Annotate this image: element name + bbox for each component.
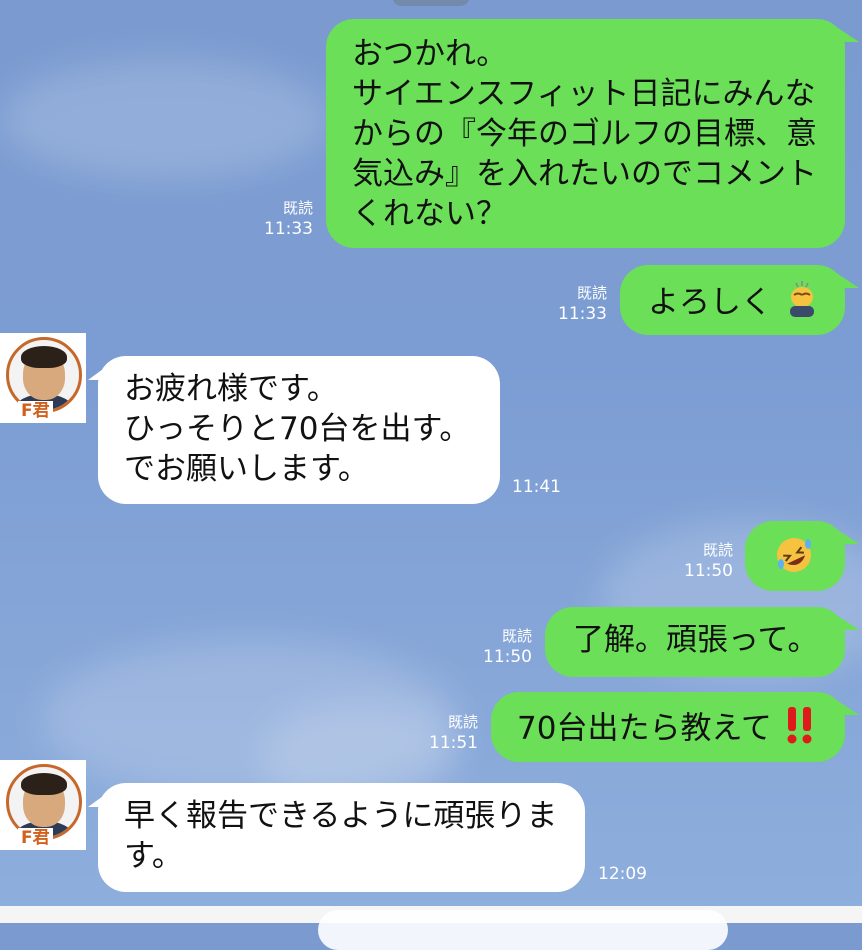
message-input[interactable] (318, 910, 728, 950)
message-line: お疲れ様です。 (124, 371, 338, 407)
received-message-bubble[interactable]: お疲れ様です。 ひっそりと70台を出す。 でお願いします。 (98, 356, 500, 504)
double-exclamation-emoji (782, 705, 818, 755)
message-meta: 既読 11:50 (477, 626, 532, 668)
bowing-person-emoji (782, 279, 822, 329)
message-time: 11:41 (512, 477, 561, 497)
message-meta: 既読 11:33 (258, 198, 313, 240)
message-time: 12:09 (598, 864, 647, 884)
sent-message-bubble[interactable] (745, 521, 845, 591)
received-message-bubble[interactable]: 早く報告できるように頑張りま す。 (98, 783, 585, 892)
rolling-on-floor-laughing-emoji (773, 534, 815, 586)
bubble-tail (835, 699, 859, 715)
message-time: 11:33 (558, 304, 607, 324)
sent-message-bubble[interactable]: よろしく (620, 265, 845, 335)
avatar-name-label: F君 (18, 828, 53, 848)
message-time: 11:50 (684, 561, 733, 581)
message-line: す。 (124, 838, 183, 874)
message-time: 11:51 (429, 733, 478, 753)
bubble-tail (835, 272, 859, 288)
message-text: 70台出たら教えて (517, 710, 772, 747)
message-line: サイエンスフィット日記にみんな (352, 76, 816, 112)
message-meta: 既読 11:51 (423, 712, 478, 754)
message-line: おつかれ。 (352, 36, 508, 72)
sent-message-bubble[interactable]: 了解。頑張って。 (545, 607, 845, 677)
message-meta: 既読 11:33 (552, 283, 607, 325)
bubble-tail (835, 26, 859, 42)
message-time: 11:50 (483, 647, 532, 667)
avatar[interactable]: F君 (0, 333, 86, 423)
bubble-tail (835, 528, 859, 544)
message-line: ひっそりと70台を出す。 (124, 411, 471, 447)
background-cloud (0, 60, 330, 180)
message-line: からの『今年のゴルフの目標、意 (352, 116, 817, 152)
avatar[interactable]: F君 (0, 760, 86, 850)
sent-message-bubble[interactable]: おつかれ。 サイエンスフィット日記にみんな からの『今年のゴルフの目標、意 気込… (326, 19, 845, 248)
message-text: よろしく (648, 284, 772, 321)
read-receipt: 既読 (702, 541, 733, 559)
message-time: 11:33 (264, 219, 313, 239)
message-text: 了解。頑張って。 (573, 622, 819, 658)
read-receipt: 既読 (501, 627, 532, 645)
message-line: でお願いします。 (124, 451, 369, 487)
message-line: 気込み』を入れたいのでコメント (352, 156, 817, 192)
message-meta: 既読 11:50 (678, 540, 733, 582)
read-receipt: 既読 (282, 199, 313, 217)
bubble-tail (835, 614, 859, 630)
read-receipt: 既読 (447, 713, 478, 731)
message-line: 早く報告できるように頑張りま (124, 798, 558, 834)
avatar-name-label: F君 (18, 401, 53, 421)
date-separator-pill (392, 0, 470, 6)
message-line: くれない？ (352, 196, 507, 232)
sent-message-bubble[interactable]: 70台出たら教えて (491, 692, 845, 762)
read-receipt: 既読 (576, 284, 607, 302)
